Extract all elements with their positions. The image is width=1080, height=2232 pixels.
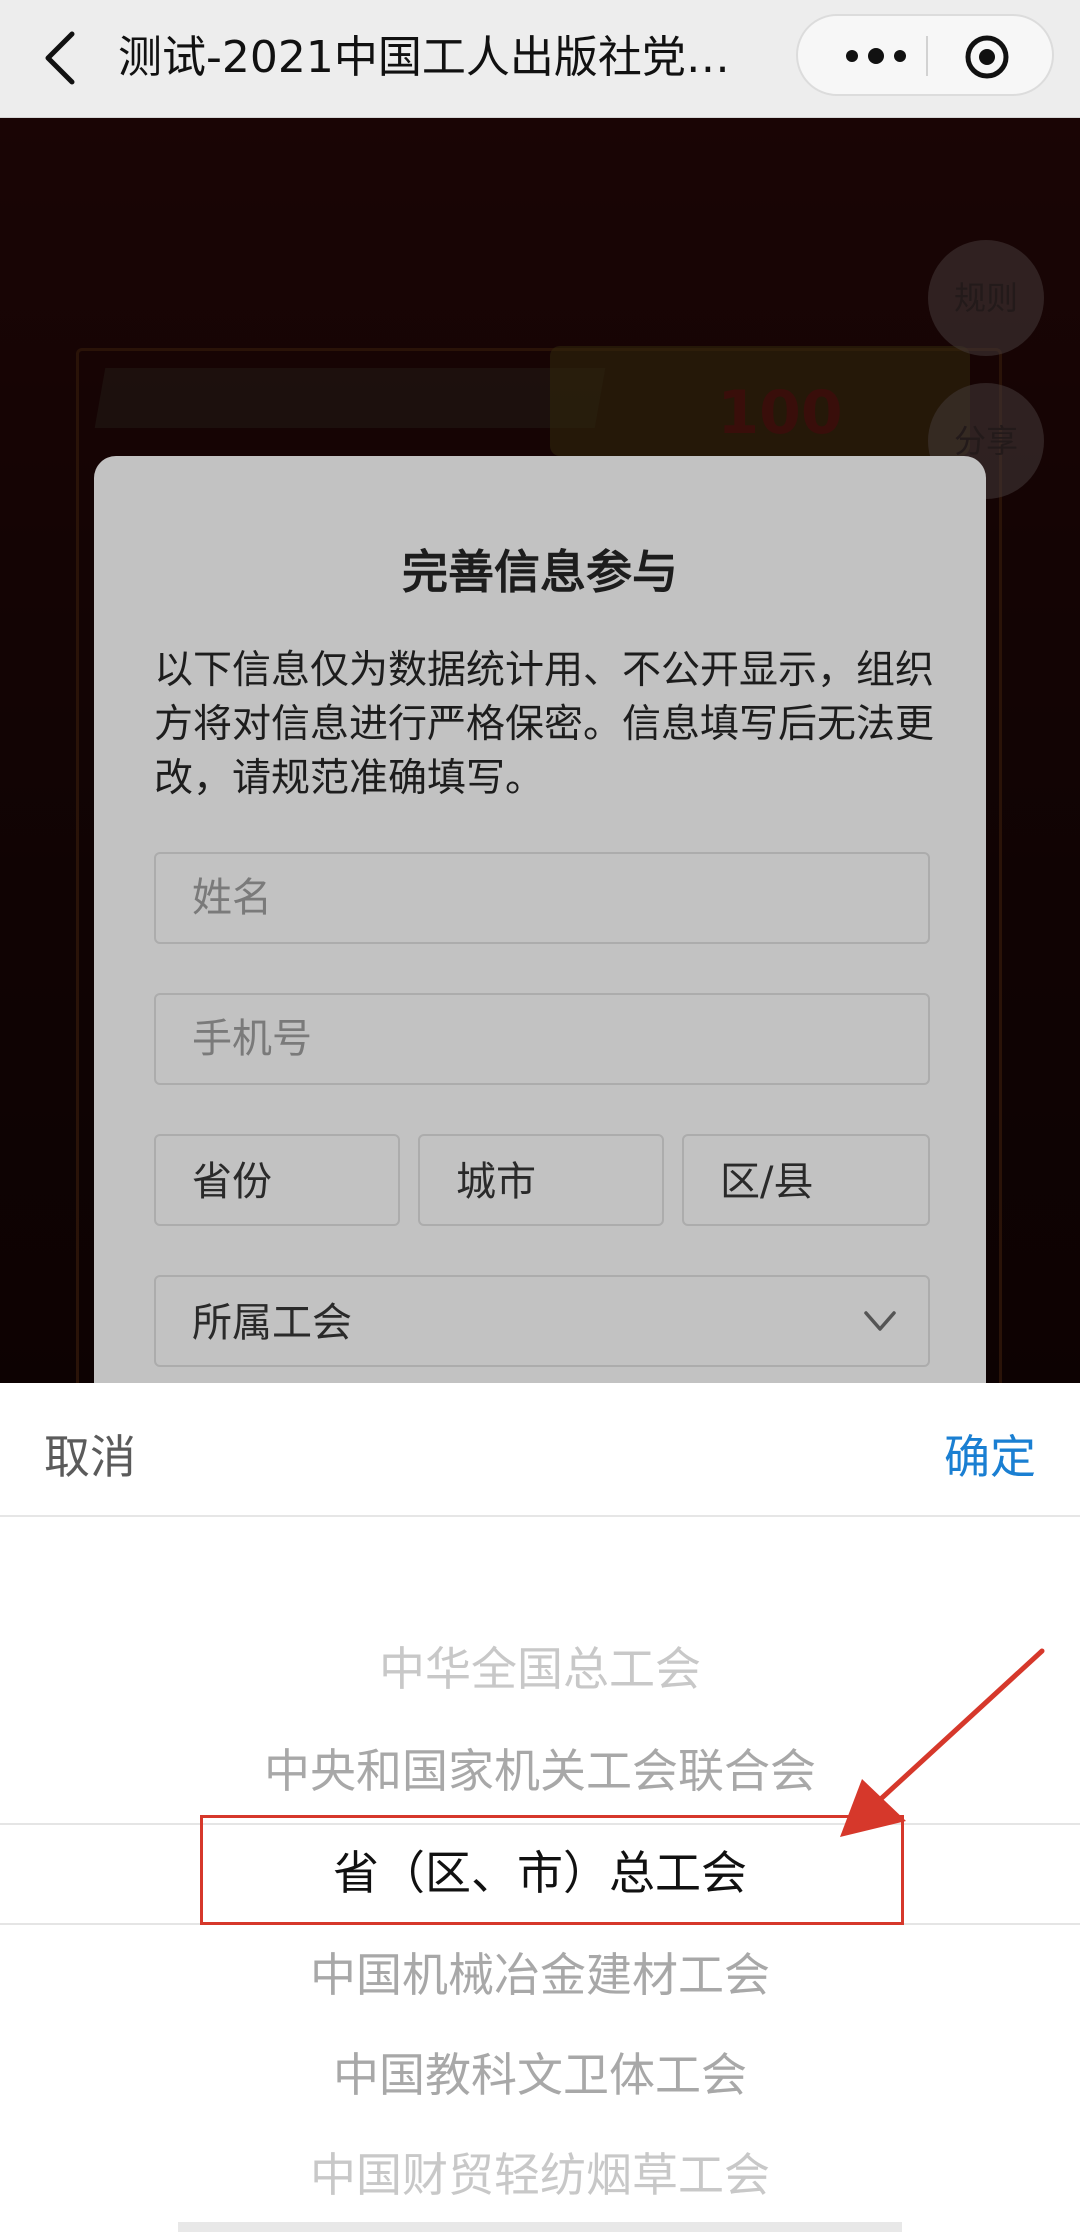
mini-program-capsule [796, 14, 1054, 96]
cancel-button[interactable]: 取消 [44, 1421, 136, 1487]
home-indicator [178, 2222, 902, 2232]
district-label: 区/县 [720, 1159, 814, 1205]
more-dots-icon[interactable] [836, 36, 916, 76]
phone-field[interactable] [154, 993, 930, 1085]
name-field[interactable] [154, 852, 930, 944]
target-icon[interactable] [964, 34, 1010, 80]
name-input[interactable] [156, 854, 928, 942]
chevron-left-icon[interactable] [40, 28, 80, 88]
union-picker-sheet: 取消 确定 中华全国总工会 中央和国家机关工会联合会 省（区、市）总工会 中国机… [0, 1383, 1080, 2232]
modal-description: 以下信息仅为数据统计用、不公开显示，组织方将对信息进行严格保密。信息填写后无法更… [154, 648, 935, 801]
modal-title: 完善信息参与 [402, 545, 678, 599]
district-select[interactable]: 区/县 [682, 1134, 930, 1226]
info-form-modal: 完善信息参与 以下信息仅为数据统计用、不公开显示，组织方将对信息进行严格保密。信… [94, 456, 986, 1456]
selection-highlight-box [200, 1815, 904, 1925]
union-select[interactable]: 所属工会 [154, 1275, 930, 1367]
capsule-divider [926, 36, 928, 76]
province-select[interactable]: 省份 [154, 1134, 400, 1226]
picker-option[interactable]: 中国财贸轻纺烟草工会 [0, 2145, 1080, 2205]
page-title: 测试-2021中国工人出版社党… [118, 32, 730, 83]
phone-input[interactable] [156, 995, 928, 1083]
picker-option[interactable]: 中国教科文卫体工会 [0, 2045, 1080, 2105]
confirm-button[interactable]: 确定 [944, 1421, 1036, 1487]
red-arrow-icon [840, 1648, 1045, 1837]
city-label: 城市 [456, 1159, 536, 1205]
province-label: 省份 [192, 1159, 272, 1205]
picker-option[interactable]: 中国机械冶金建材工会 [0, 1945, 1080, 2005]
chevron-down-icon [864, 1311, 896, 1331]
city-select[interactable]: 城市 [418, 1134, 664, 1226]
picker-header: 取消 确定 [0, 1383, 1080, 1517]
top-nav-bar: 测试-2021中国工人出版社党… [0, 0, 1080, 118]
union-label: 所属工会 [192, 1300, 352, 1346]
